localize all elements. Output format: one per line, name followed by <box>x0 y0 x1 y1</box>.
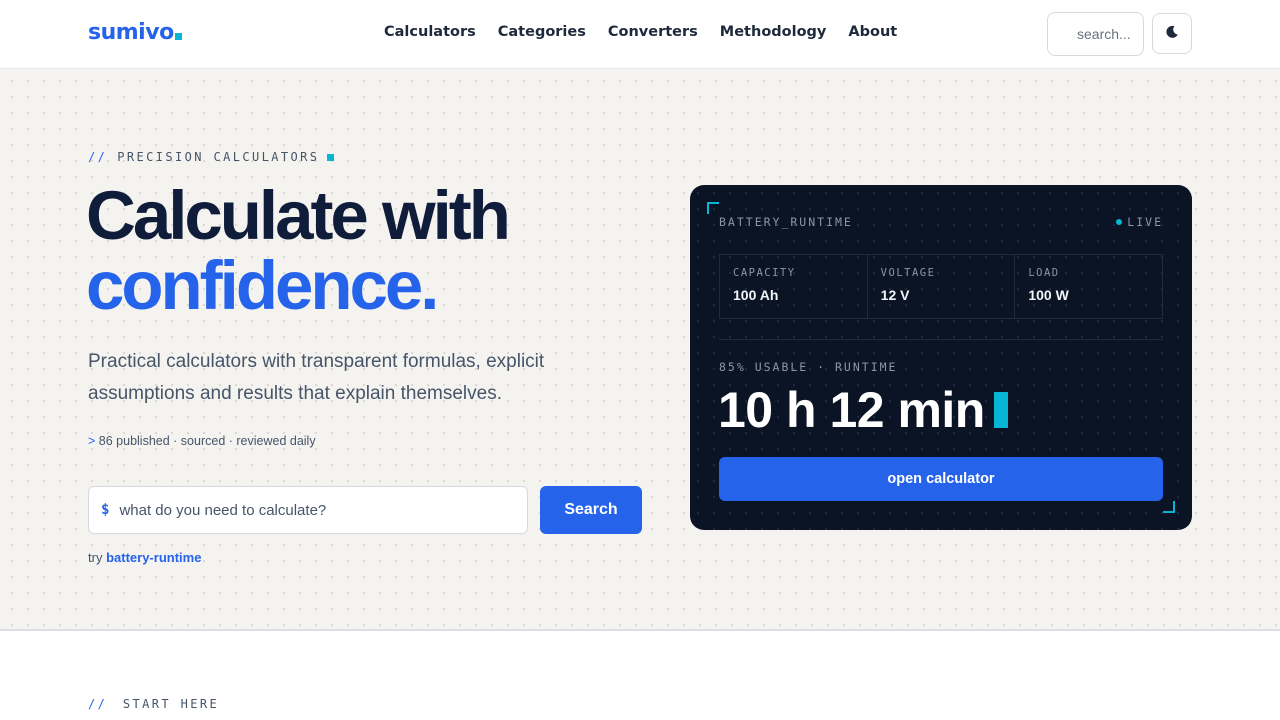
corner-bracket <box>1163 501 1175 513</box>
cursor-block <box>993 392 1008 428</box>
try-suggestion: try battery-runtime <box>88 550 201 565</box>
params-grid: CAPACITY 100 Ah VOLTAGE 12 V LOAD 100 W <box>719 254 1163 319</box>
result-text: 10 h 12 min <box>718 382 985 438</box>
battery-runtime-card: BATTERY_RUNTIME LIVE CAPACITY 100 Ah VOL… <box>690 185 1192 530</box>
hero-lead: Practical calculators with transparent f… <box>88 351 545 404</box>
nav-methodology[interactable]: Methodology <box>720 24 827 40</box>
theme-toggle-button[interactable] <box>1152 13 1192 54</box>
section-prefix: // <box>88 697 108 711</box>
moon-icon <box>1165 24 1179 43</box>
hero-headline: Calculate with confidence. <box>86 181 511 324</box>
param-value: 100 Ah <box>733 287 779 303</box>
calculator-search-input[interactable]: $ what do you need to calculate? <box>88 486 528 534</box>
hero-section: // PRECISION CALCULATORS Calculate with … <box>0 69 1280 631</box>
site-header: sumivo Calculators Categories Converters… <box>0 0 1280 69</box>
eyebrow-square <box>327 153 335 161</box>
logo-dot <box>174 33 182 40</box>
param-capacity: CAPACITY 100 Ah <box>720 255 868 318</box>
hero-eyebrow: // PRECISION CALCULATORS <box>88 150 335 164</box>
nav-categories[interactable]: Categories <box>498 24 586 40</box>
param-label: CAPACITY <box>733 267 796 279</box>
headline-line2: confidence. <box>86 247 439 324</box>
live-text: LIVE <box>1127 215 1163 229</box>
param-value: 12 V <box>880 287 910 303</box>
result-value: 10 h 12 min <box>718 381 1008 439</box>
section-eyebrow: // START HERE <box>88 697 219 711</box>
headline-line1: Calculate with <box>86 177 511 254</box>
param-label: VOLTAGE <box>880 267 936 279</box>
section-title: START HERE <box>122 697 220 711</box>
live-badge: LIVE <box>1116 215 1163 229</box>
nav-about[interactable]: About <box>848 24 897 40</box>
divider <box>719 339 1163 340</box>
try-label: try <box>88 550 103 565</box>
param-label: LOAD <box>1028 267 1060 279</box>
eyebrow-prefix: // <box>88 150 108 164</box>
search-placeholder: what do you need to calculate? <box>119 501 327 519</box>
header-search-input[interactable]: search... <box>1047 12 1144 56</box>
open-calculator-button[interactable]: open calculator <box>719 457 1163 501</box>
search-button[interactable]: Search <box>540 486 642 534</box>
header-search-placeholder: search... <box>1077 26 1131 42</box>
live-dot-icon <box>1116 219 1123 225</box>
logo[interactable]: sumivo <box>88 20 182 45</box>
prompt-symbol: $ <box>101 502 110 518</box>
param-load: LOAD 100 W <box>1015 255 1162 318</box>
param-voltage: VOLTAGE 12 V <box>868 255 1016 318</box>
main-nav: Calculators Categories Converters Method… <box>384 24 897 40</box>
meta-prefix: > <box>88 434 96 448</box>
nav-converters[interactable]: Converters <box>608 24 698 40</box>
result-label: 85% USABLE · RUNTIME <box>719 360 898 374</box>
meta-text: 86 published · sourced · reviewed daily <box>98 434 316 448</box>
corner-bracket <box>707 202 719 214</box>
param-value: 100 W <box>1028 287 1069 303</box>
logo-text: sumivo <box>88 20 174 45</box>
nav-calculators[interactable]: Calculators <box>384 24 476 40</box>
try-link[interactable]: battery-runtime <box>106 550 201 565</box>
card-title: BATTERY_RUNTIME <box>719 215 853 229</box>
hero-meta: > 86 published · sourced · reviewed dail… <box>88 434 316 448</box>
eyebrow-text: PRECISION CALCULATORS <box>117 150 320 164</box>
